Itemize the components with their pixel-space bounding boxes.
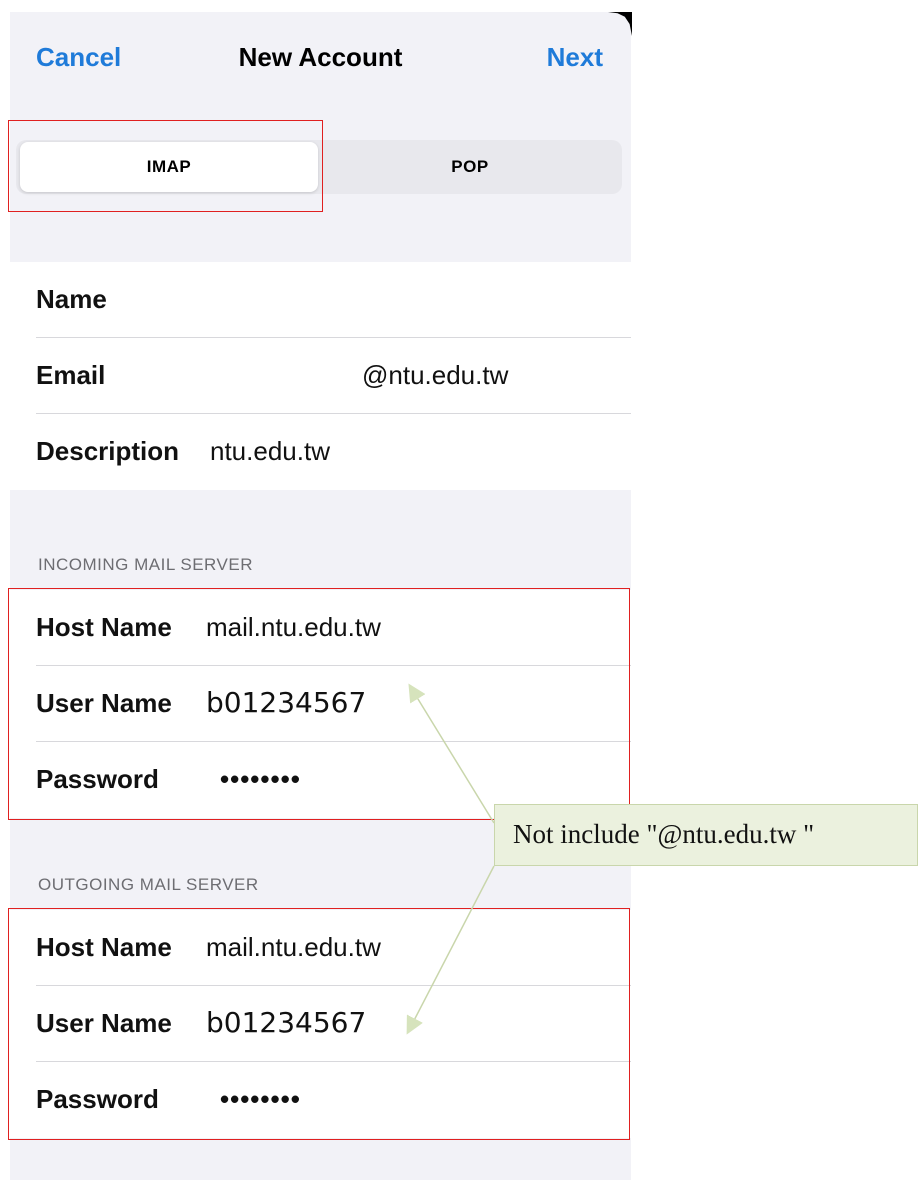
arrow-to-outgoing-user	[406, 865, 495, 1035]
annotation-callout: Not include "@ntu.edu.tw "	[494, 804, 918, 866]
callout-arrows	[406, 683, 495, 1035]
arrow-to-incoming-user	[408, 683, 495, 824]
annotation-text: Not include "@ntu.edu.tw "	[513, 819, 815, 849]
